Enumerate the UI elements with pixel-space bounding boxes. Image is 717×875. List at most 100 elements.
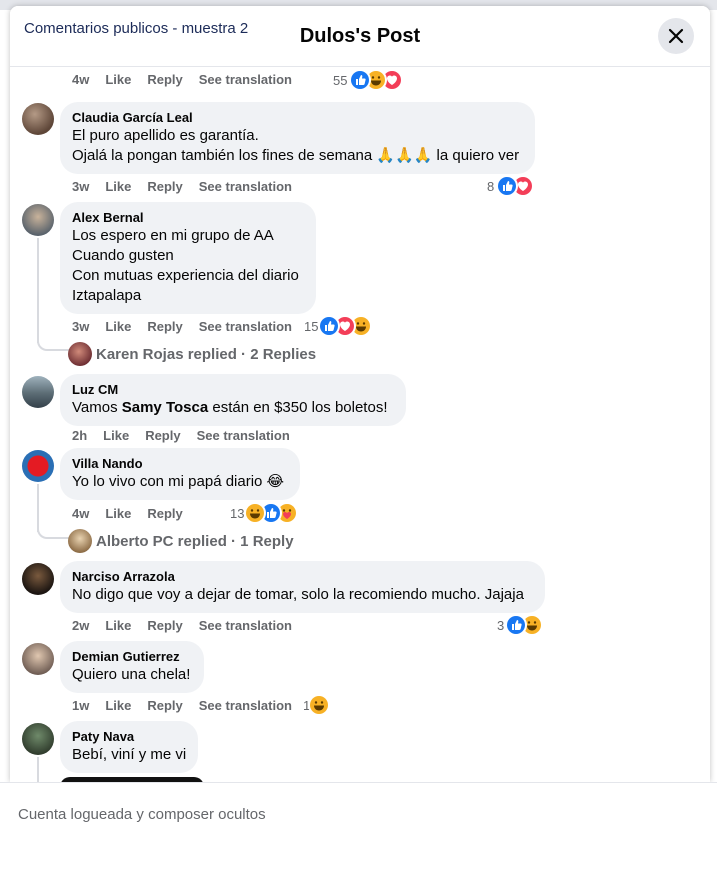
thread-connector <box>37 329 69 351</box>
comment-text: Con mutuas experiencia del diario <box>72 267 299 284</box>
comment-bubble: Villa Nando Yo lo vivo con mi papá diari… <box>60 448 300 500</box>
view-replies-link[interactable]: Karen Rojas replied · 2 Replies <box>96 346 316 363</box>
reaction-count[interactable]: 3 <box>497 618 504 633</box>
like-reaction-icon <box>320 317 338 335</box>
avatar[interactable] <box>22 450 54 482</box>
like-link[interactable]: Like <box>105 618 131 633</box>
mention-link[interactable]: Samy Tosca <box>122 399 208 416</box>
avatar[interactable] <box>22 563 54 595</box>
comment-author[interactable]: Luz CM <box>72 382 118 397</box>
like-link[interactable]: Like <box>103 428 129 443</box>
comment-time: 4w <box>72 72 90 87</box>
comment-time: 2h <box>72 428 88 443</box>
like-reaction-icon <box>351 71 369 89</box>
avatar[interactable] <box>22 723 54 755</box>
see-translation-link[interactable]: See translation <box>199 698 292 713</box>
comment-bubble: Paty Nava Bebí, viní y me vi <box>60 721 198 773</box>
love-reaction-icon <box>514 177 532 195</box>
reply-avatar[interactable] <box>68 342 92 366</box>
comment-bubble: Alex Bernal Los espero en mi grupo de AA… <box>60 202 316 314</box>
comment-time: 3w <box>72 319 90 334</box>
love-reaction-icon <box>336 317 354 335</box>
comment-meta: 4w Like Reply <box>72 506 199 521</box>
close-icon <box>668 28 684 44</box>
comment-author[interactable]: Alex Bernal <box>72 210 144 225</box>
comment-text: Vamos Samy Tosca están en $350 los bolet… <box>72 398 387 418</box>
comment-bubble: Luz CM Vamos Samy Tosca están en $350 lo… <box>60 374 406 426</box>
post-dialog: Comentarios publicos - muestra 2 Dulos's… <box>10 6 710 782</box>
reply-link[interactable]: Reply <box>147 618 182 633</box>
like-link[interactable]: Like <box>105 506 131 521</box>
reply-avatar[interactable] <box>68 529 92 553</box>
comment-author[interactable]: Narciso Arrazola <box>72 569 175 584</box>
comment-author[interactable]: Paty Nava <box>72 729 134 744</box>
comment-text: El puro apellido es garantía. <box>72 127 259 144</box>
comment-meta: 1w Like Reply See translation <box>72 698 308 713</box>
thread-connector <box>37 519 69 539</box>
see-translation-link[interactable]: See translation <box>199 618 292 633</box>
reply-link[interactable]: Reply <box>147 72 182 87</box>
like-reaction-icon <box>507 616 525 634</box>
see-translation-link[interactable]: See translation <box>199 72 292 87</box>
comment-text: Iztapalapa <box>72 287 142 304</box>
thread-line <box>37 238 39 343</box>
reaction-count[interactable]: 55 <box>333 73 347 88</box>
comment-time: 2w <box>72 618 90 633</box>
comment-author[interactable]: Demian Gutierrez <box>72 649 180 664</box>
footer-note: Cuenta logueada y composer ocultos <box>18 806 266 823</box>
comment-meta: 2w Like Reply See translation <box>72 618 308 633</box>
comment-time: 3w <box>72 179 90 194</box>
reply-link[interactable]: Reply <box>147 506 182 521</box>
comment-author[interactable]: Villa Nando <box>72 456 143 471</box>
footer: Cuenta logueada y composer ocultos <box>0 782 717 875</box>
comment-text: Cuando gusten <box>72 247 174 264</box>
comment-meta: 3w Like Reply See translation <box>72 179 308 194</box>
like-link[interactable]: Like <box>105 179 131 194</box>
comment-meta: 2h Like Reply See translation <box>72 428 306 443</box>
haha-reaction-icon <box>367 71 385 89</box>
reply-link[interactable]: Reply <box>147 179 182 194</box>
comment-meta: 4w Like Reply See translation <box>72 72 308 87</box>
avatar[interactable] <box>22 204 54 236</box>
comment-time: 4w <box>72 506 90 521</box>
haha-reaction-icon <box>523 616 541 634</box>
avatar[interactable] <box>22 376 54 408</box>
comment-author[interactable]: Claudia García Leal <box>72 110 193 125</box>
avatar[interactable] <box>22 103 54 135</box>
haha-reaction-icon <box>352 317 370 335</box>
care-reaction-icon <box>278 504 296 522</box>
avatar[interactable] <box>22 643 54 675</box>
love-reaction-icon <box>383 71 401 89</box>
comments-feed[interactable]: 4w Like Reply See translation 55 Claudia Ga… <box>10 67 710 782</box>
reply-link[interactable]: Reply <box>145 428 180 443</box>
reply-link[interactable]: Reply <box>147 319 182 334</box>
reply-link[interactable]: Reply <box>147 698 182 713</box>
like-link[interactable]: Like <box>105 72 131 87</box>
see-translation-link[interactable]: See translation <box>199 319 292 334</box>
comment-bubble: Claudia García Leal El puro apellido es … <box>60 102 535 174</box>
like-reaction-icon <box>262 504 280 522</box>
comment-text: Los espero en mi grupo de AA <box>72 227 274 244</box>
reaction-count[interactable]: 15 <box>304 319 318 334</box>
comment-text: Quiero una chela! <box>72 666 191 683</box>
reaction-count[interactable]: 8 <box>487 179 494 194</box>
comment-text-part: están en $350 los boletos! <box>208 399 388 416</box>
see-translation-link[interactable]: See translation <box>199 179 292 194</box>
like-reaction-icon <box>498 177 516 195</box>
reaction-count[interactable]: 13 <box>230 506 244 521</box>
haha-reaction-icon <box>246 504 264 522</box>
comment-text: Bebí, viní y me vi <box>72 746 187 763</box>
comment-text: No digo que voy a dejar de tomar, solo l… <box>72 586 524 603</box>
comment-time: 1w <box>72 698 90 713</box>
close-button[interactable] <box>658 18 694 54</box>
comment-bubble: Narciso Arrazola No digo que voy a dejar… <box>60 561 545 613</box>
like-link[interactable]: Like <box>105 698 131 713</box>
like-link[interactable]: Like <box>105 319 131 334</box>
comment-text: Yo lo vivo con mi papá diario 😂 <box>72 473 285 490</box>
see-translation-link[interactable]: See translation <box>197 428 290 443</box>
comment-text: Ojalá la pongan también los fines de sem… <box>72 147 520 164</box>
thread-line <box>37 757 39 782</box>
dialog-header: Comentarios publicos - muestra 2 Dulos's… <box>10 6 710 67</box>
haha-reaction-icon <box>310 696 328 714</box>
view-replies-link[interactable]: Alberto PC replied · 1 Reply <box>96 533 294 550</box>
